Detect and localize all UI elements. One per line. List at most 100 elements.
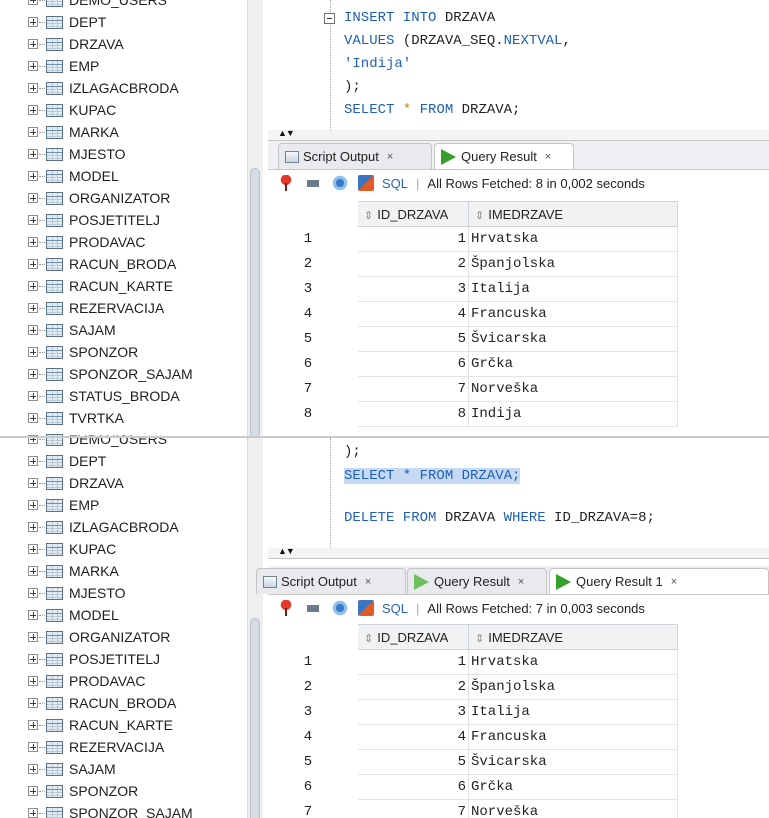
- cell-id[interactable]: 4: [357, 724, 469, 750]
- cell-name[interactable]: Norveška: [468, 799, 678, 818]
- print-icon[interactable]: [304, 174, 322, 192]
- table-row[interactable]: 2 2 Španjolska: [268, 674, 678, 700]
- plus-expander-icon[interactable]: [28, 127, 38, 137]
- plus-expander-icon[interactable]: [28, 259, 38, 269]
- plus-expander-icon[interactable]: [28, 237, 38, 247]
- table-row[interactable]: 1 1 Hrvatska: [268, 649, 678, 675]
- plus-expander-icon[interactable]: [28, 632, 38, 642]
- plus-expander-icon[interactable]: [28, 456, 38, 466]
- plus-expander-icon[interactable]: [28, 698, 38, 708]
- table-row[interactable]: 6 6 Grčka: [268, 351, 678, 377]
- cell-name[interactable]: Francuska: [468, 724, 678, 750]
- tree-item[interactable]: KUPAC: [0, 538, 193, 560]
- tree-item[interactable]: REZERVACIJA: [0, 736, 193, 758]
- tree-scroll-thumb[interactable]: [250, 168, 260, 436]
- tree-item[interactable]: RACUN_BRODA: [0, 253, 193, 275]
- sql-button[interactable]: SQL: [382, 601, 408, 616]
- tree-item[interactable]: SPONZOR: [0, 780, 193, 802]
- cell-id[interactable]: 3: [357, 276, 469, 302]
- plus-expander-icon[interactable]: [28, 193, 38, 203]
- plus-expander-icon[interactable]: [28, 500, 38, 510]
- column-header-name[interactable]: ⇕ IMEDRZAVE: [468, 201, 678, 227]
- refresh-icon[interactable]: [332, 175, 348, 191]
- cell-name[interactable]: Norveška: [468, 376, 678, 402]
- tree-item[interactable]: MJESTO: [0, 582, 193, 604]
- close-icon[interactable]: ×: [387, 151, 393, 163]
- tree-item[interactable]: EMP: [0, 494, 193, 516]
- tree-item[interactable]: POSJETITELJ: [0, 209, 193, 231]
- sql-button[interactable]: SQL: [382, 176, 408, 191]
- table-row[interactable]: 3 3 Italija: [268, 699, 678, 725]
- splitter-arrows-icon[interactable]: ▲▼: [278, 128, 295, 138]
- tree-item[interactable]: RACUN_BRODA: [0, 692, 193, 714]
- tree-item[interactable]: SAJAM: [0, 319, 193, 341]
- column-header-id[interactable]: ⇕ ID_DRZAVA: [357, 624, 469, 650]
- fold-icon[interactable]: [324, 13, 335, 24]
- tree-item[interactable]: SPONZOR_SAJAM: [0, 363, 193, 385]
- tree-item[interactable]: ZUPANIJA: [0, 429, 193, 436]
- tree-item[interactable]: DRZAVA: [0, 472, 193, 494]
- plus-expander-icon[interactable]: [28, 105, 38, 115]
- tree-item[interactable]: IZLAGACBRODA: [0, 516, 193, 538]
- refresh-icon[interactable]: [332, 600, 348, 616]
- result-grid[interactable]: ⇕ ID_DRZAVA ⇕ IMEDRZAVE 1 1 Hrvatska 2 2 Španjo…: [268, 624, 769, 818]
- tree-item[interactable]: SAJAM: [0, 758, 193, 780]
- tree-item[interactable]: SPONZOR: [0, 341, 193, 363]
- table-row[interactable]: 7 7 Norveška: [268, 376, 678, 402]
- cell-name[interactable]: Švicarska: [468, 749, 678, 775]
- cell-id[interactable]: 2: [357, 674, 469, 700]
- tree-item[interactable]: MJESTO: [0, 143, 193, 165]
- plus-expander-icon[interactable]: [28, 39, 38, 49]
- splitter-arrows-icon[interactable]: ▲▼: [278, 546, 295, 556]
- plus-expander-icon[interactable]: [28, 786, 38, 796]
- plus-expander-icon[interactable]: [28, 149, 38, 159]
- table-row[interactable]: 6 6 Grčka: [268, 774, 678, 800]
- cell-id[interactable]: 1: [357, 649, 469, 675]
- splitter-bar[interactable]: ▲▼: [268, 128, 769, 141]
- table-row[interactable]: 2 2 Španjolska: [268, 251, 678, 277]
- tree-item[interactable]: TVRTKA: [0, 407, 193, 429]
- tree-item[interactable]: REZERVACIJA: [0, 297, 193, 319]
- cell-id[interactable]: 7: [357, 376, 469, 402]
- tab-query-result[interactable]: Query Result ×: [434, 143, 574, 169]
- cell-name[interactable]: Italija: [468, 699, 678, 725]
- pin-icon[interactable]: [278, 175, 294, 191]
- table-row[interactable]: 4 4 Francuska: [268, 301, 678, 327]
- tree-scrollbar[interactable]: [247, 0, 263, 436]
- plus-expander-icon[interactable]: [28, 610, 38, 620]
- cell-id[interactable]: 8: [357, 401, 469, 427]
- cell-id[interactable]: 6: [357, 774, 469, 800]
- table-row[interactable]: 5 5 Švicarska: [268, 326, 678, 352]
- cell-name[interactable]: Španjolska: [468, 251, 678, 277]
- plus-expander-icon[interactable]: [28, 413, 38, 423]
- tree-item[interactable]: SPONZOR_SAJAM: [0, 802, 193, 818]
- tree-item[interactable]: RACUN_KARTE: [0, 275, 193, 297]
- tree-item[interactable]: DEMO_USERS: [0, 438, 193, 450]
- cell-name[interactable]: Italija: [468, 276, 678, 302]
- tree-item[interactable]: STATUS_BRODA: [0, 385, 193, 407]
- plus-expander-icon[interactable]: [28, 654, 38, 664]
- table-row[interactable]: 3 3 Italija: [268, 276, 678, 302]
- sql-editor[interactable]: ); SELECT * FROM DRZAVA; DELETE FROM DRZ…: [268, 438, 769, 548]
- plus-expander-icon[interactable]: [28, 171, 38, 181]
- tree-item[interactable]: ORGANIZATOR: [0, 626, 193, 648]
- cell-name[interactable]: Švicarska: [468, 326, 678, 352]
- tree-item[interactable]: IZLAGACBRODA: [0, 77, 193, 99]
- tree-item[interactable]: RACUN_KARTE: [0, 714, 193, 736]
- cell-id[interactable]: 3: [357, 699, 469, 725]
- cell-id[interactable]: 2: [357, 251, 469, 277]
- tab-script-output[interactable]: Script Output ×: [278, 143, 432, 169]
- cell-id[interactable]: 1: [357, 226, 469, 252]
- tree-item[interactable]: DEMO_USERS: [0, 0, 193, 11]
- plus-expander-icon[interactable]: [28, 742, 38, 752]
- plus-expander-icon[interactable]: [28, 588, 38, 598]
- plus-expander-icon[interactable]: [28, 325, 38, 335]
- plus-expander-icon[interactable]: [28, 281, 38, 291]
- table-row[interactable]: 1 1 Hrvatska: [268, 226, 678, 252]
- cell-name[interactable]: Španjolska: [468, 674, 678, 700]
- plus-expander-icon[interactable]: [28, 522, 38, 532]
- tab-query-result[interactable]: Query Result ×: [407, 568, 547, 594]
- column-header-name[interactable]: ⇕ IMEDRZAVE: [468, 624, 678, 650]
- plus-expander-icon[interactable]: [28, 347, 38, 357]
- tree-item[interactable]: KUPAC: [0, 99, 193, 121]
